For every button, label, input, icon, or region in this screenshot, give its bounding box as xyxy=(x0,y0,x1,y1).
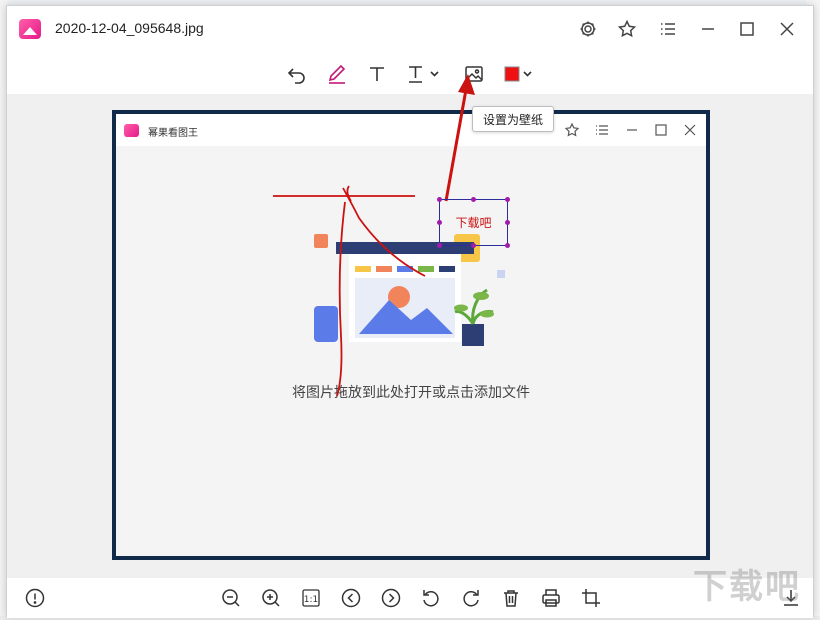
color-picker-red-icon[interactable] xyxy=(503,62,537,86)
image-canvas[interactable]: 幂果看图王 xyxy=(7,94,813,578)
inner-app-title: 幂果看图王 xyxy=(148,124,198,139)
resize-handle[interactable] xyxy=(505,243,510,248)
crop-icon[interactable] xyxy=(579,586,603,610)
displayed-image: 幂果看图王 xyxy=(112,110,710,560)
maximize-icon[interactable] xyxy=(736,18,758,40)
resize-handle[interactable] xyxy=(505,220,510,225)
resize-handle[interactable] xyxy=(437,243,442,248)
settings-gear-icon[interactable] xyxy=(577,18,599,40)
info-icon[interactable] xyxy=(23,586,47,610)
actual-size-label: 1:1 xyxy=(304,595,318,605)
text-annotation-box[interactable]: 下载吧 xyxy=(439,199,508,246)
set-wallpaper-tooltip: 设置为壁纸 xyxy=(472,106,554,132)
annotation-text: 下载吧 xyxy=(440,214,507,231)
resize-handle[interactable] xyxy=(505,197,510,202)
edit-toolbar xyxy=(7,54,813,94)
screenshot-content: 幂果看图王 xyxy=(116,114,706,556)
inner-minimize-icon xyxy=(624,122,640,138)
app-logo-icon xyxy=(19,19,41,39)
pen-icon[interactable] xyxy=(325,62,349,86)
print-icon[interactable] xyxy=(539,586,563,610)
previous-icon[interactable] xyxy=(339,586,363,610)
undo-icon[interactable] xyxy=(285,62,309,86)
zoom-in-icon[interactable] xyxy=(259,586,283,610)
star-icon[interactable] xyxy=(616,18,638,40)
inner-star-icon xyxy=(564,122,580,138)
watermark-text: 下载吧 xyxy=(693,559,801,608)
inner-menu-icon xyxy=(594,122,610,138)
text-icon[interactable] xyxy=(365,62,389,86)
drop-hint-text: 将图片拖放到此处打开或点击添加文件 xyxy=(116,382,706,402)
title-bar[interactable]: 2020-12-04_095648.jpg xyxy=(7,6,813,52)
close-icon[interactable] xyxy=(776,18,798,40)
rotate-left-icon[interactable] xyxy=(419,586,443,610)
actual-size-icon[interactable]: 1:1 xyxy=(299,586,323,610)
text-style-dropdown-icon[interactable] xyxy=(405,62,443,86)
menu-list-icon[interactable] xyxy=(657,18,679,40)
inner-maximize-icon xyxy=(653,122,669,138)
rotate-right-icon[interactable] xyxy=(459,586,483,610)
zoom-out-icon[interactable] xyxy=(219,586,243,610)
resize-handle[interactable] xyxy=(471,243,476,248)
inner-title-bar: 幂果看图王 xyxy=(116,114,706,146)
inner-close-icon xyxy=(682,122,698,138)
resize-handle[interactable] xyxy=(437,220,442,225)
minimize-icon[interactable] xyxy=(697,18,719,40)
image-viewer-window: 2020-12-04_095648.jpg xyxy=(6,5,814,617)
inner-app-logo-icon xyxy=(124,124,139,137)
delete-icon[interactable] xyxy=(499,586,523,610)
file-title: 2020-12-04_095648.jpg xyxy=(55,20,204,36)
resize-handle[interactable] xyxy=(471,197,476,202)
next-icon[interactable] xyxy=(379,586,403,610)
image-wallpaper-icon[interactable] xyxy=(462,62,486,86)
resize-handle[interactable] xyxy=(437,197,442,202)
